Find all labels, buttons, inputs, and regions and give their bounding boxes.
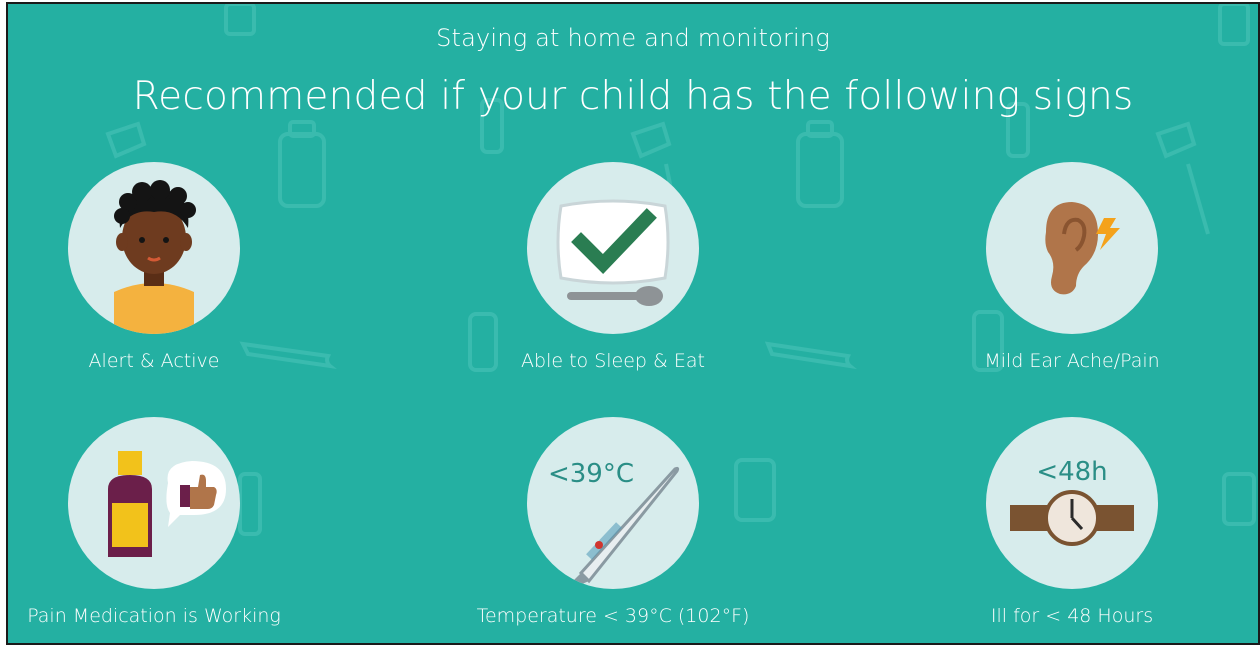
sign-alert-active: Alert & Active <box>8 162 314 372</box>
thermometer-icon: <39°C <box>527 417 699 589</box>
sign-label: Alert & Active <box>88 350 220 372</box>
sign-ill-duration: <48h Ill for < 48 Hours <box>912 417 1232 627</box>
subtitle: Staying at home and monitoring <box>436 24 830 52</box>
sign-ear-ache: Mild Ear Ache/Pain <box>912 162 1232 372</box>
sign-label: Temperature < 39°C (102°F) <box>476 605 750 627</box>
medicine-thumbs-up-icon <box>68 417 240 589</box>
sign-label: Mild Ear Ache/Pain <box>984 350 1160 372</box>
sign-label: Ill for < 48 Hours <box>990 605 1154 627</box>
infographic-panel: Staying at home and monitoring Recommend… <box>8 4 1258 643</box>
sign-label: Able to Sleep & Eat <box>521 350 705 372</box>
sign-label: Pain Medication is Working <box>27 605 281 627</box>
pillow-check-spoon-icon <box>527 162 699 334</box>
sign-pain-medication: Pain Medication is Working <box>8 417 314 627</box>
ear-pain-icon <box>986 162 1158 334</box>
sign-temperature: <39°C Temperature < 39°C (102°F) <box>453 417 773 627</box>
watch-icon: <48h <box>986 417 1158 589</box>
sign-sleep-eat: Able to Sleep & Eat <box>453 162 773 372</box>
page-title: Recommended if your child has the follow… <box>132 74 1134 119</box>
child-face-icon <box>68 162 240 334</box>
